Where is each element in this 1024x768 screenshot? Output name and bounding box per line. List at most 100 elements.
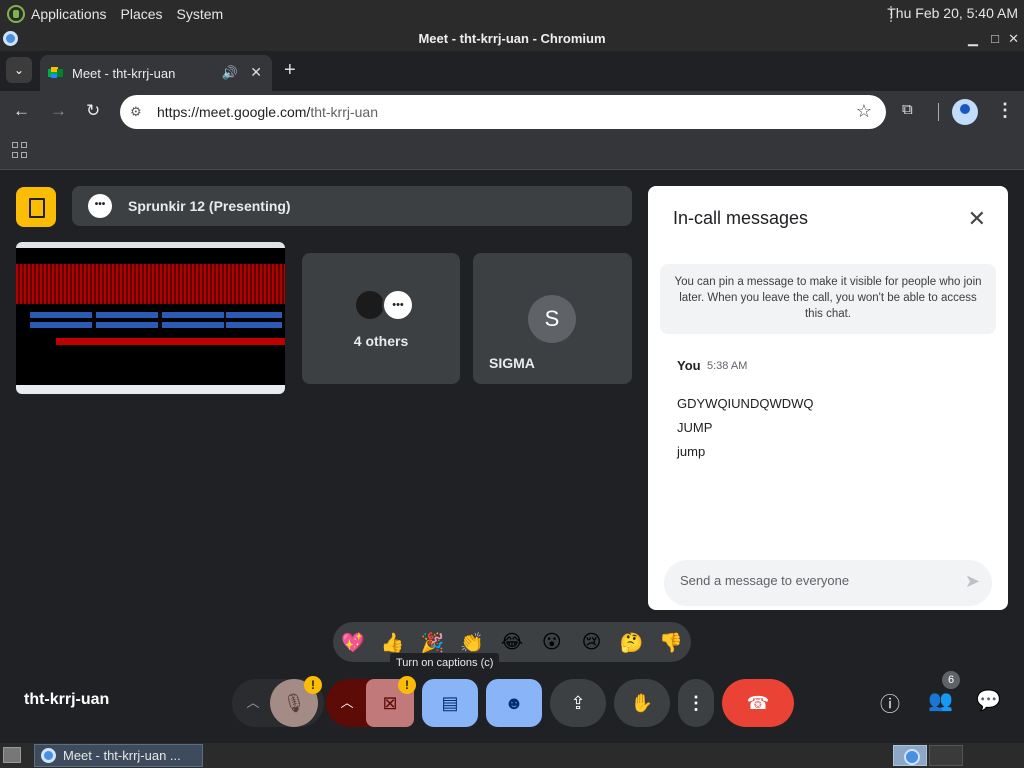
avatar: ••• bbox=[382, 289, 414, 321]
pin-notice: You can pin a message to make it visible… bbox=[660, 264, 996, 334]
address-bar[interactable]: ⚙ https://meet.google.com/tht-krrj-uan ☆ bbox=[120, 95, 886, 129]
reactions-bar: 💖 👍 🎉 👏 😂 😮 😢 🤔 👎 bbox=[333, 622, 691, 662]
chat-message: JUMP bbox=[677, 420, 713, 435]
new-tab-button[interactable]: + bbox=[284, 59, 296, 82]
others-label: 4 others bbox=[353, 333, 409, 349]
leave-call-button[interactable]: ☎ bbox=[722, 679, 794, 727]
extensions-icon[interactable]: ⧉ bbox=[902, 101, 913, 118]
captions-tooltip: Turn on captions (c) bbox=[390, 653, 500, 673]
thinking-reaction[interactable]: 🤔 bbox=[611, 631, 651, 654]
places-menu[interactable]: Places bbox=[121, 6, 163, 22]
chat-input-box: ➤ bbox=[664, 560, 992, 606]
url-text[interactable]: https://meet.google.com/tht-krrj-uan bbox=[157, 104, 378, 120]
presentation-banner[interactable]: ••• Sprunkir 12 (Presenting) bbox=[72, 186, 632, 226]
hang-up-icon: ☎ bbox=[746, 693, 770, 713]
site-info-icon[interactable]: ⚙ bbox=[130, 104, 146, 120]
crying-reaction[interactable]: 😢 bbox=[572, 631, 612, 653]
thumbs-up-reaction[interactable]: 👍 bbox=[373, 631, 413, 654]
hand-icon: ✋ bbox=[630, 693, 654, 713]
presenter-label: Sprunkir 12 (Presenting) bbox=[128, 198, 291, 214]
tab-search-button[interactable]: ⌄ bbox=[6, 57, 32, 83]
taskbar-window-title: Meet - tht-krrj-uan ... bbox=[63, 748, 181, 763]
apps-icon[interactable] bbox=[12, 142, 28, 158]
show-desktop-icon[interactable] bbox=[3, 747, 21, 763]
more-vert-icon: ⋮ bbox=[687, 693, 705, 713]
microphone-off-icon: 🎙 bbox=[282, 693, 306, 713]
system-menu[interactable]: System bbox=[177, 6, 224, 22]
people-icon[interactable]: 👥 bbox=[928, 688, 953, 713]
tab-meet[interactable]: Meet - tht-krrj-uan 🔊 ✕ bbox=[40, 55, 272, 91]
message-sender: You bbox=[677, 358, 701, 373]
meet-stage: ••• Sprunkir 12 (Presenting) ••• 4 other… bbox=[0, 170, 1024, 743]
thumbs-down-reaction[interactable]: 👎 bbox=[651, 631, 691, 654]
os-top-panel: Applications Places System Thu Feb 20, 5… bbox=[0, 0, 1024, 27]
workspace-1[interactable] bbox=[893, 745, 927, 766]
camera-warning-badge: ! bbox=[398, 676, 416, 694]
surprised-reaction[interactable]: 😮 bbox=[532, 631, 572, 653]
others-avatars: ••• bbox=[354, 289, 416, 321]
present-screen-icon: ⇪ bbox=[570, 693, 586, 713]
applications-menu[interactable]: Applications bbox=[31, 6, 107, 22]
others-tile[interactable]: ••• 4 others bbox=[302, 253, 460, 384]
chat-message: jump bbox=[677, 444, 706, 459]
chromium-icon bbox=[41, 748, 56, 763]
present-layout-button[interactable]: ▤ bbox=[422, 679, 478, 727]
sparkling-heart-reaction[interactable]: 💖 bbox=[333, 631, 373, 654]
message-time: 5:38 AM bbox=[707, 360, 748, 372]
chromium-icon bbox=[3, 31, 18, 46]
speaker-icon[interactable]: 🔊 bbox=[222, 65, 238, 81]
profile-icon[interactable] bbox=[952, 99, 978, 125]
raise-hand-button[interactable]: ✋ bbox=[614, 679, 670, 727]
menu-icon[interactable]: ⋮ bbox=[996, 100, 1014, 121]
present-now-button[interactable]: ⇪ bbox=[550, 679, 606, 727]
tab-title: Meet - tht-krrj-uan bbox=[72, 65, 176, 81]
workspace-2[interactable] bbox=[929, 745, 963, 766]
os-taskbar: Meet - tht-krrj-uan ... bbox=[0, 743, 1024, 768]
chat-message: GDYWQIUNDQWDWQ bbox=[677, 396, 814, 411]
video-options-button[interactable]: ︿ bbox=[332, 679, 362, 727]
screen-share-thumbnail[interactable] bbox=[16, 242, 285, 394]
tab-strip: ⌄ Meet - tht-krrj-uan 🔊 ✕ + bbox=[0, 51, 1024, 91]
minimize-icon[interactable]: ▁ bbox=[968, 27, 978, 51]
participant-tile-sigma[interactable]: S SIGMA bbox=[473, 253, 632, 384]
presenter-avatar: ••• bbox=[88, 194, 112, 218]
emoji-icon: ☻ bbox=[504, 693, 524, 713]
avatar: S bbox=[528, 295, 576, 343]
clapping-reaction[interactable]: 👏 bbox=[452, 631, 492, 654]
google-meet-favicon bbox=[48, 65, 64, 81]
mic-warning-badge: ! bbox=[304, 676, 322, 694]
in-call-messages-panel: In-call messages ✕ You can pin a message… bbox=[648, 186, 1008, 610]
screen-share-layout-icon: ▤ bbox=[441, 693, 459, 713]
star-icon[interactable]: ☆ bbox=[856, 101, 872, 122]
people-count-badge: 6 bbox=[942, 671, 960, 689]
more-options-button[interactable]: ⋮ bbox=[678, 679, 714, 727]
toolbar-divider bbox=[938, 103, 939, 121]
participant-name: SIGMA bbox=[489, 355, 535, 371]
clock[interactable]: Thu Feb 20, 5:40 AM bbox=[887, 5, 1018, 21]
tab-close-icon[interactable]: ✕ bbox=[250, 64, 262, 81]
forward-icon[interactable]: → bbox=[50, 101, 67, 121]
camera-off-icon: ⊠ bbox=[382, 693, 398, 713]
audio-options-button[interactable]: ︿ bbox=[238, 679, 268, 727]
meeting-details-icon[interactable]: ⓘ bbox=[880, 688, 900, 717]
reactions-button[interactable]: ☻ bbox=[486, 679, 542, 727]
laughing-reaction[interactable]: 😂 bbox=[492, 631, 532, 653]
panel-title: In-call messages bbox=[673, 208, 809, 228]
window-title-bar[interactable]: Meet - tht-krrj-uan - Chromium ▁ □ ✕ bbox=[0, 27, 1024, 51]
close-icon[interactable]: ✕ bbox=[968, 206, 986, 232]
reload-icon[interactable]: ↻ bbox=[86, 101, 100, 121]
back-icon[interactable]: ← bbox=[13, 101, 30, 121]
message-input[interactable] bbox=[680, 573, 940, 588]
bookmarks-bar bbox=[0, 133, 1024, 170]
gnome-foot-icon[interactable] bbox=[7, 4, 25, 23]
meeting-code: tht-krrj-uan bbox=[24, 691, 110, 708]
chat-icon[interactable]: 💬 bbox=[976, 688, 1001, 713]
window-title: Meet - tht-krrj-uan - Chromium bbox=[418, 31, 606, 46]
taskbar-window-button[interactable]: Meet - tht-krrj-uan ... bbox=[34, 744, 203, 767]
maximize-icon[interactable]: □ bbox=[991, 27, 999, 51]
navigation-bar: ← → ↻ ⚙ https://meet.google.com/tht-krrj… bbox=[0, 91, 1024, 133]
host-controls-button[interactable] bbox=[16, 187, 56, 227]
party-popper-reaction[interactable]: 🎉 bbox=[413, 631, 453, 654]
send-icon[interactable]: ➤ bbox=[965, 571, 980, 592]
close-icon[interactable]: ✕ bbox=[1008, 27, 1019, 51]
